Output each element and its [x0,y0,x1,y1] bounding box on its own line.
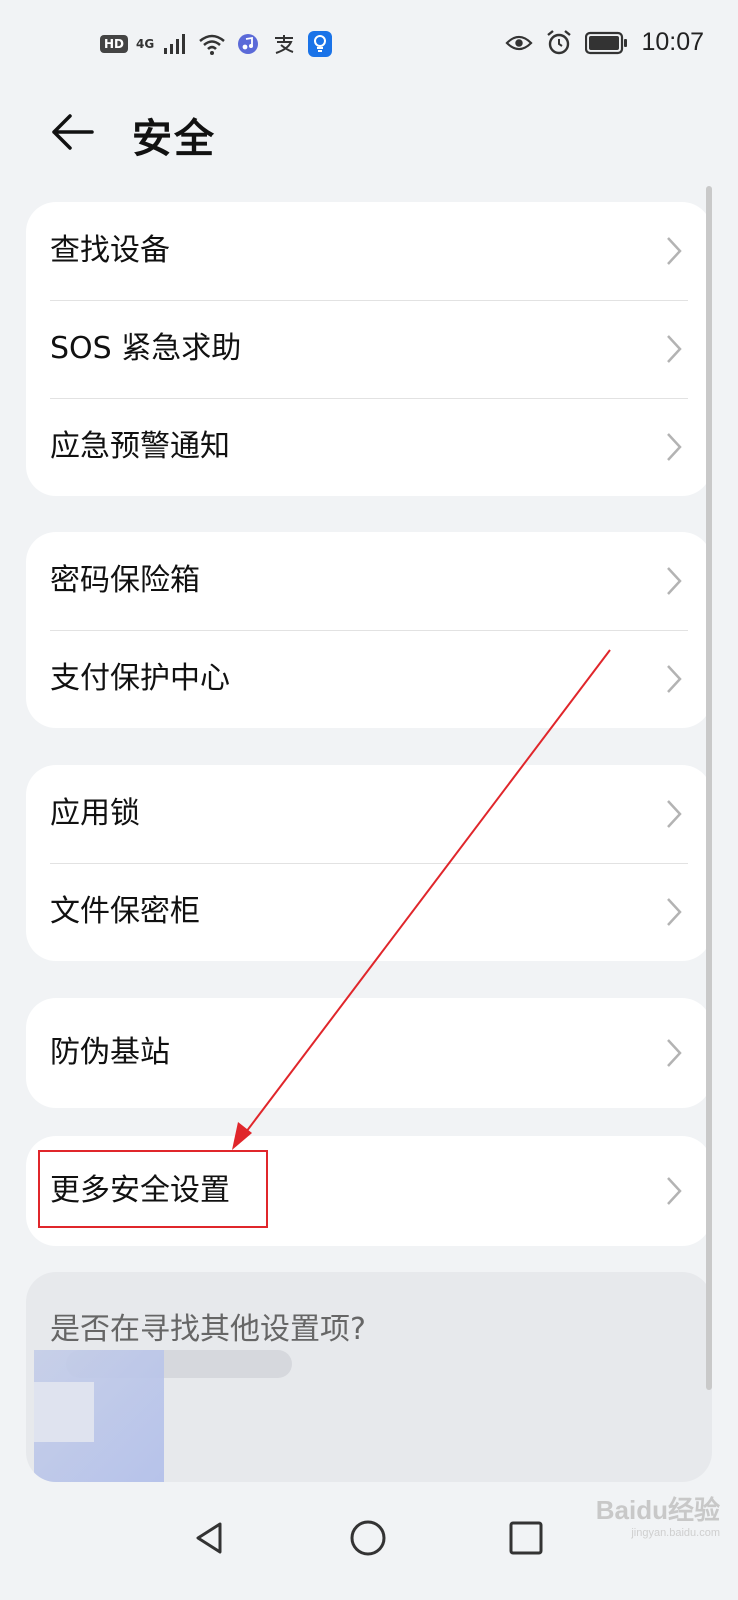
signal-icon [162,30,190,58]
app-bar: 安全 [0,90,738,180]
bulb-icon [306,30,334,58]
list-item-label: SOS 紧急求助 [50,331,242,366]
music-icon [234,30,262,58]
list-item-find-device[interactable]: 查找设备 [26,202,712,300]
status-left: HD 4G [100,30,334,58]
list-item-label: 支付保护中心 [50,661,230,696]
page-title: 安全 [132,116,216,162]
chevron-right-icon [667,433,682,461]
alarm-icon [545,29,573,57]
list-item-sos[interactable]: SOS 紧急求助 [26,300,712,398]
list-item-payment-protection[interactable]: 支付保护中心 [26,630,712,728]
eye-icon [505,29,534,57]
nav-back-icon[interactable] [180,1508,240,1568]
status-right: 10:07 [505,28,704,57]
hint-question: 是否在寻找其他设置项? [50,1312,366,1347]
watermark-logo: Baidu经验 [595,1495,720,1525]
chevron-right-icon [667,237,682,265]
status-bar: HD 4G 10:07 [0,0,738,90]
search-hint-card: 是否在寻找其他设置项? [26,1272,712,1482]
chevron-right-icon [667,1177,682,1205]
nav-home-icon[interactable] [338,1508,398,1568]
network-type: 4G [136,37,155,51]
chevron-right-icon [667,335,682,363]
scrollbar[interactable] [706,186,712,1390]
status-time: 10:07 [641,28,704,56]
list-item-label: 文件保密柜 [50,894,200,929]
list-item-app-lock[interactable]: 应用锁 [26,765,712,863]
watermark-url: jingyan.baidu.com [631,1527,720,1539]
nav-recents-icon[interactable] [496,1508,556,1568]
list-item-password-vault[interactable]: 密码保险箱 [26,532,712,630]
wifi-icon [198,30,226,58]
chevron-right-icon [667,1039,682,1067]
list-item-label: 查找设备 [50,233,170,268]
alipay-icon [270,30,298,58]
battery-icon [585,29,629,57]
settings-group-password: 密码保险箱 支付保护中心 [26,532,712,728]
list-item-label: 应用锁 [50,796,140,831]
hd-badge: HD [100,35,129,53]
list-item-label: 防伪基站 [50,1035,170,1070]
list-item-label: 应急预警通知 [50,429,230,464]
back-arrow-icon[interactable] [48,112,98,152]
list-item-file-safe[interactable]: 文件保密柜 [26,863,712,961]
baidu-watermark: Baidu经验 jingyan.baidu.com [596,1490,720,1539]
settings-group-lock: 应用锁 文件保密柜 [26,765,712,961]
list-item-label: 密码保险箱 [50,563,200,598]
list-item-anti-fake-basestation[interactable]: 防伪基站 [26,998,712,1108]
chevron-right-icon [667,567,682,595]
annotation-highlight-box [38,1150,268,1228]
chevron-right-icon [667,665,682,693]
settings-group-basestation: 防伪基站 [26,998,712,1108]
chevron-right-icon [667,898,682,926]
settings-group-find: 查找设备 SOS 紧急求助 应急预警通知 [26,202,712,496]
redaction-mosaic-light [34,1382,94,1442]
list-item-emergency-alert[interactable]: 应急预警通知 [26,398,712,496]
chevron-right-icon [667,800,682,828]
